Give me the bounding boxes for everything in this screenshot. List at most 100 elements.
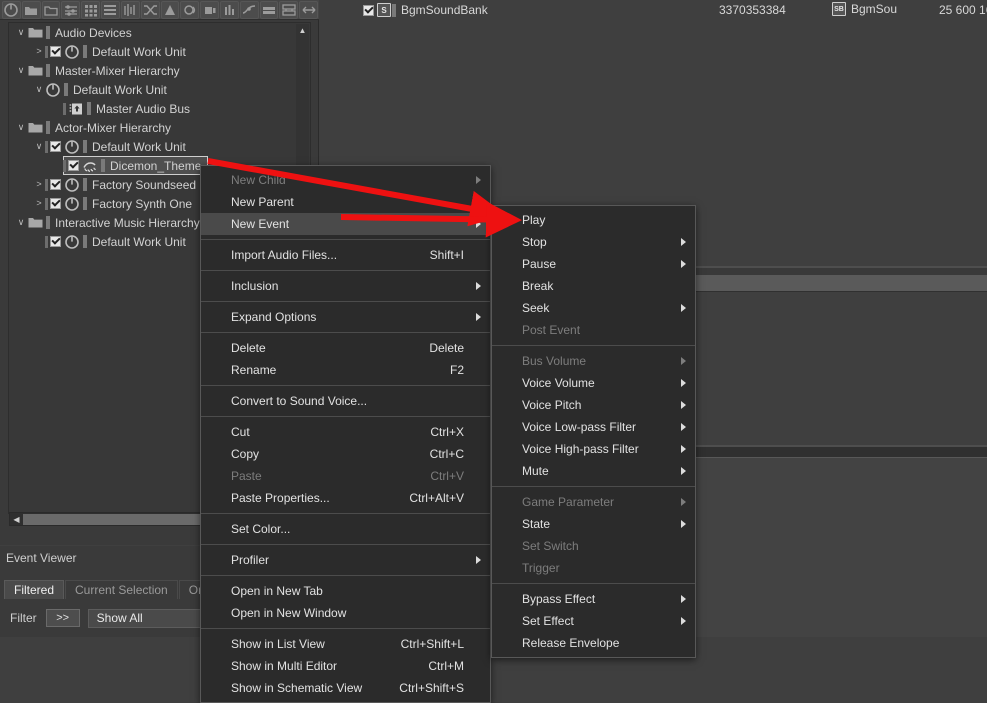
- tree-item-color-bar: [83, 140, 87, 153]
- menu-item-convert-to-sound-voice[interactable]: Convert to Sound Voice...: [201, 390, 490, 412]
- menu-item-shortcut: Ctrl+Alt+V: [409, 491, 464, 505]
- submenu-arrow-icon: [681, 379, 686, 387]
- menu-item-shortcut: Delete: [429, 341, 464, 355]
- soundbank-icon[interactable]: [120, 0, 140, 19]
- attenuation-icon[interactable]: [239, 0, 259, 19]
- tree-expander[interactable]: >: [33, 47, 45, 56]
- menu-item-pause[interactable]: Pause: [492, 253, 695, 275]
- tree-item-checkbox[interactable]: [68, 160, 79, 171]
- tree-item-checkbox[interactable]: [50, 179, 61, 190]
- submenu-arrow-icon: [681, 238, 686, 246]
- tree-item-label: Default Work Unit: [73, 82, 167, 97]
- menu-item-release-envelope[interactable]: Release Envelope: [492, 632, 695, 654]
- interactive-music-icon[interactable]: [219, 0, 239, 19]
- tree-item-label: Dicemon_Theme: [110, 158, 202, 173]
- menu-item-label: Paste Properties...: [231, 491, 330, 505]
- tree-expander[interactable]: ∨: [33, 85, 45, 94]
- menu-separator: [201, 239, 490, 240]
- tree-expander[interactable]: ∨: [15, 218, 27, 227]
- tree-item-actor-mixer-hierarchy[interactable]: ∨ Actor-Mixer Hierarchy: [9, 118, 310, 137]
- menu-item-inclusion[interactable]: Inclusion: [201, 275, 490, 297]
- menu-item-break[interactable]: Break: [492, 275, 695, 297]
- menu-item-set-color[interactable]: Set Color...: [201, 518, 490, 540]
- tree-expander[interactable]: >: [33, 180, 45, 189]
- tree-item-checkbox[interactable]: [50, 236, 61, 247]
- menu-item-voice-volume[interactable]: Voice Volume: [492, 372, 695, 394]
- bus-icon[interactable]: [200, 0, 219, 19]
- menu-item-cut[interactable]: Cut Ctrl+X: [201, 421, 490, 443]
- menu-item-profiler[interactable]: Profiler: [201, 549, 490, 571]
- blend-icon[interactable]: [160, 0, 180, 19]
- filter-expand-button[interactable]: >>: [45, 609, 80, 627]
- tree-item-default-work-unit[interactable]: > Default Work Unit: [9, 42, 310, 61]
- context-menu[interactable]: New Child New Parent New Event Import Audio…: [200, 165, 491, 703]
- menu-item-label: Inclusion: [231, 279, 279, 293]
- multi-editor-icon[interactable]: [259, 0, 279, 19]
- menu-item-expand-options[interactable]: Expand Options: [201, 306, 490, 328]
- folder-open-icon[interactable]: [41, 0, 61, 19]
- tree-item-default-work-unit[interactable]: ∨ Default Work Unit: [9, 80, 310, 99]
- menu-item-seek[interactable]: Seek: [492, 297, 695, 319]
- menu-item-new-parent[interactable]: New Parent: [201, 191, 490, 213]
- tree-item-master-audio-bus[interactable]: Master Audio Bus: [9, 99, 310, 118]
- menu-item-set-effect[interactable]: Set Effect: [492, 610, 695, 632]
- scroll-up-arrow-icon[interactable]: ▲: [296, 24, 309, 35]
- menu-item-play[interactable]: Play: [492, 209, 695, 231]
- menu-item-show-in-list-view[interactable]: Show in List View Ctrl+Shift+L: [201, 633, 490, 655]
- menu-item-show-in-multi-editor[interactable]: Show in Multi Editor Ctrl+M: [201, 655, 490, 677]
- soundbank-checkbox[interactable]: [363, 4, 374, 16]
- mixer-icon[interactable]: [61, 0, 81, 19]
- menu-item-stop[interactable]: Stop: [492, 231, 695, 253]
- menu-item-label: Profiler: [231, 553, 270, 567]
- scroll-left-arrow-icon[interactable]: ◀: [10, 515, 23, 524]
- list-icon[interactable]: [101, 0, 120, 19]
- menu-item-delete[interactable]: Delete Delete: [201, 337, 490, 359]
- tree-expander[interactable]: ∨: [33, 142, 45, 151]
- menu-item-rename[interactable]: Rename F2: [201, 359, 490, 381]
- menu-item-open-in-new-window[interactable]: Open in New Window: [201, 602, 490, 624]
- tree-item-color-bar: [83, 45, 87, 58]
- menu-item-state[interactable]: State: [492, 513, 695, 535]
- new-event-submenu[interactable]: Play Stop Pause Break Seek Post Event Bus Volu…: [491, 205, 696, 658]
- states-icon[interactable]: [180, 0, 200, 19]
- menu-item-trigger: Trigger: [492, 557, 695, 579]
- tree-item-master-mixer-hierarchy[interactable]: ∨ Master-Mixer Hierarchy: [9, 61, 310, 80]
- menu-item-import-audio-files[interactable]: Import Audio Files... Shift+I: [201, 244, 490, 266]
- tree-item-audio-devices[interactable]: ∨ Audio Devices: [9, 23, 310, 42]
- tree-expander[interactable]: >: [33, 199, 45, 208]
- schematic-icon[interactable]: [279, 0, 299, 19]
- tree-item-label: Actor-Mixer Hierarchy: [55, 120, 172, 135]
- menu-item-voice-high-pass-filter[interactable]: Voice High-pass Filter: [492, 438, 695, 460]
- event-viewer-tab-filtered[interactable]: Filtered: [4, 580, 65, 599]
- tree-item-color-bar: [46, 64, 50, 77]
- tree-item-default-work-unit[interactable]: ∨ Default Work Unit: [9, 137, 310, 156]
- tree-expander[interactable]: ∨: [15, 66, 27, 75]
- tree-item-checkbox[interactable]: [50, 46, 61, 57]
- event-viewer-tab-current-selection[interactable]: Current Selection: [65, 580, 178, 599]
- menu-item-new-event[interactable]: New Event: [201, 213, 490, 235]
- submenu-arrow-icon: [681, 498, 686, 506]
- folder-icon[interactable]: [21, 0, 41, 19]
- tree-expander[interactable]: ∨: [15, 28, 27, 37]
- menu-item-paste-properties[interactable]: Paste Properties... Ctrl+Alt+V: [201, 487, 490, 509]
- project-icon[interactable]: [2, 0, 21, 19]
- menu-item-voice-low-pass-filter[interactable]: Voice Low-pass Filter: [492, 416, 695, 438]
- shuffle-icon[interactable]: [140, 0, 160, 19]
- submenu-arrow-icon: [681, 423, 686, 431]
- menu-item-mute[interactable]: Mute: [492, 460, 695, 482]
- menu-item-label: Open in New Tab: [231, 584, 323, 598]
- menu-item-open-in-new-tab[interactable]: Open in New Tab: [201, 580, 490, 602]
- tree-item-checkbox[interactable]: [50, 141, 61, 152]
- menu-item-copy[interactable]: Copy Ctrl+C: [201, 443, 490, 465]
- tree-expander[interactable]: ∨: [15, 123, 27, 132]
- menu-item-bypass-effect[interactable]: Bypass Effect: [492, 588, 695, 610]
- menu-item-show-in-schematic-view[interactable]: Show in Schematic View Ctrl+Shift+S: [201, 677, 490, 699]
- query-icon[interactable]: [299, 0, 318, 19]
- menu-item-label: Paste: [231, 469, 262, 483]
- grid-icon[interactable]: [81, 0, 101, 19]
- tree-item-checkbox[interactable]: [50, 198, 61, 209]
- menu-separator: [201, 544, 490, 545]
- tree-item-color-bar: [46, 26, 50, 39]
- submenu-arrow-icon: [681, 357, 686, 365]
- menu-item-voice-pitch[interactable]: Voice Pitch: [492, 394, 695, 416]
